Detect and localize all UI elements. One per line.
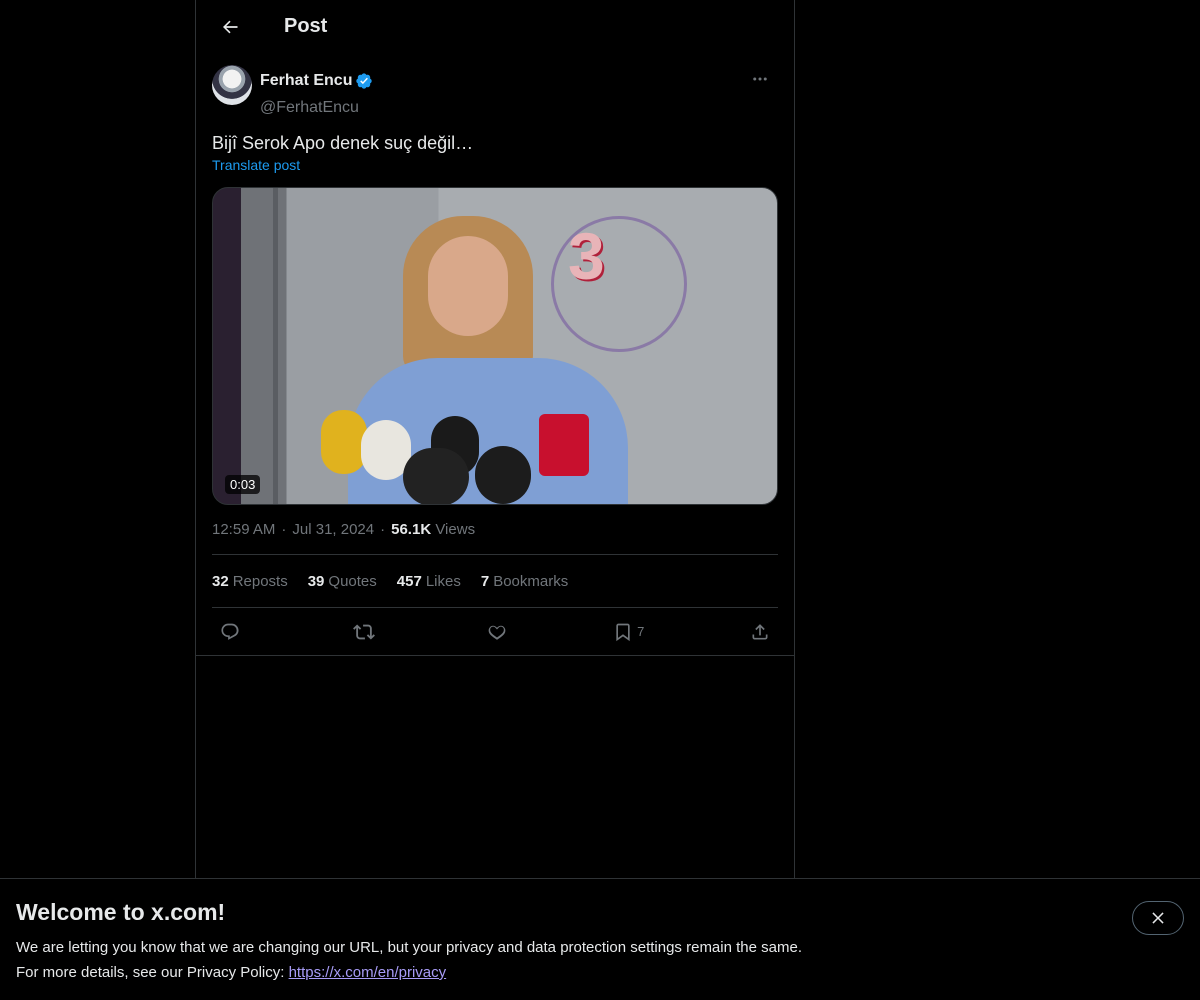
author-row: Ferhat Encu @FerhatEncu	[212, 65, 778, 117]
stat-likes[interactable]: 457 Likes	[397, 573, 461, 590]
views-count: 56.1K	[391, 521, 432, 538]
banner-message: We are letting you know that we are chan…	[16, 939, 802, 956]
page-header: Post	[196, 0, 794, 53]
banner-policy-line: For more details, see our Privacy Policy…	[16, 963, 1184, 983]
action-bar: 7	[196, 608, 794, 656]
views-label: Views	[435, 521, 476, 538]
page-title: Post	[284, 15, 328, 37]
verified-badge-icon	[355, 72, 373, 90]
welcome-banner: Welcome to x.com! We are letting you kno…	[0, 878, 1200, 1000]
avatar[interactable]	[212, 65, 252, 105]
video-duration: 0:03	[225, 475, 261, 494]
repost-icon	[352, 624, 375, 639]
share-icon	[752, 623, 768, 639]
close-icon	[1152, 912, 1164, 924]
stat-reposts[interactable]: 32 Reposts	[212, 573, 288, 590]
video-player[interactable]: 3 0:03	[212, 187, 778, 505]
bookmark-button[interactable]: 7	[613, 622, 644, 642]
author-handle[interactable]: @FerhatEncu	[260, 99, 778, 117]
separator-dot: ·	[380, 521, 386, 538]
bookmark-count: 7	[637, 624, 645, 639]
post-meta: 12:59 AM · Jul 31, 2024 · 56.1K Views	[212, 521, 778, 555]
translate-post-link[interactable]: Translate post	[212, 157, 300, 173]
like-button[interactable]	[479, 614, 515, 650]
reply-icon	[221, 623, 239, 640]
video-frame-wall	[273, 188, 278, 504]
heart-icon	[489, 625, 506, 640]
bookmark-icon	[616, 623, 630, 641]
banner-policy-prefix: For more details, see our Privacy Policy…	[16, 964, 289, 981]
post-text: Bijî Serok Apo denek suç değil…	[212, 133, 474, 153]
close-banner-button[interactable]	[1132, 901, 1184, 935]
name-line: Ferhat Encu	[260, 65, 778, 97]
banner-title: Welcome to x.com!	[16, 899, 226, 925]
more-horizontal-icon	[753, 77, 767, 81]
author-name[interactable]: Ferhat Encu	[260, 72, 352, 90]
channel-watermark: 3	[568, 219, 605, 293]
separator-dot: ·	[281, 521, 287, 538]
post: Ferhat Encu @FerhatEncu Bijî Serok Apo d…	[196, 53, 794, 656]
privacy-policy-link[interactable]: https://x.com/en/privacy	[289, 964, 447, 981]
post-time[interactable]: 12:59 AM	[212, 521, 275, 538]
stat-quotes[interactable]: 39 Quotes	[308, 573, 377, 590]
arrow-left-icon	[223, 20, 238, 33]
microphone	[475, 446, 531, 504]
back-button[interactable]	[212, 9, 248, 45]
speaker-face	[428, 236, 508, 336]
share-button[interactable]	[742, 614, 778, 650]
stat-bookmarks[interactable]: 7 Bookmarks	[481, 573, 568, 590]
more-options-button[interactable]	[742, 61, 778, 97]
microphone	[539, 414, 589, 476]
engagement-stats: 32 Reposts 39 Quotes 457 Likes 7 Bookmarks	[212, 555, 778, 608]
main-column: Post Ferhat Encu @FerhatEncu Bijî Serok …	[195, 0, 795, 1000]
reply-button[interactable]	[212, 614, 248, 650]
microphone	[403, 448, 469, 504]
post-date[interactable]: Jul 31, 2024	[292, 521, 374, 538]
author-meta: Ferhat Encu @FerhatEncu	[260, 65, 778, 117]
repost-button[interactable]	[346, 614, 382, 650]
